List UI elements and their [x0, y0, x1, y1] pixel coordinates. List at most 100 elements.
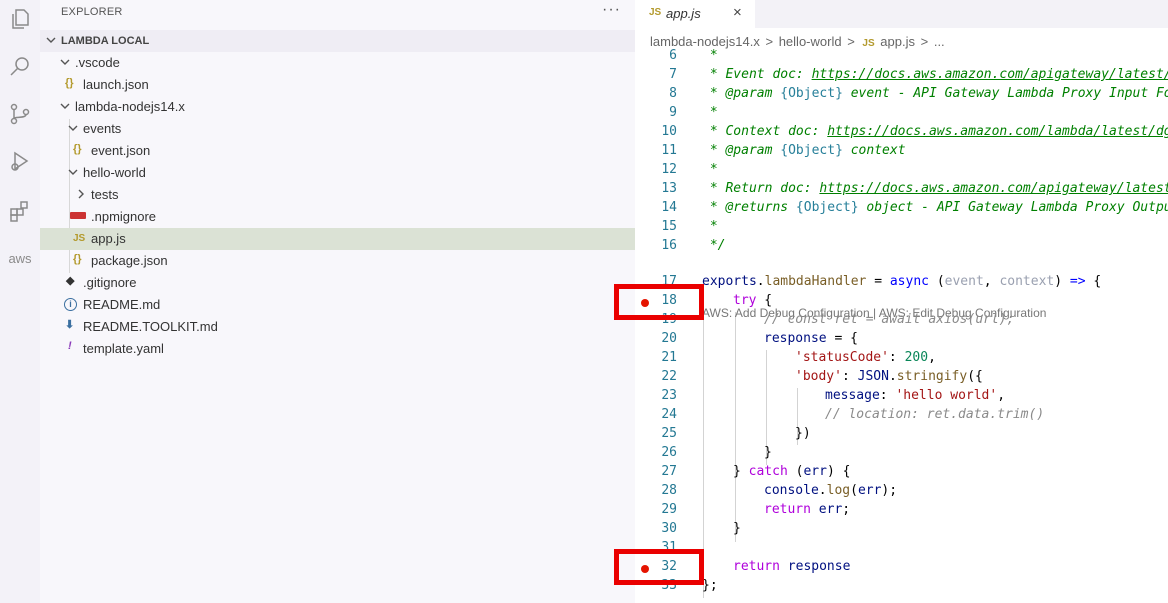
- extensions-icon[interactable]: [5, 196, 35, 226]
- explorer-sidebar: EXPLORER ··· LAMBDA LOCAL .vscode {} lau…: [40, 0, 635, 603]
- code-text: *: [702, 48, 718, 63]
- tree-item-label: .npmignore: [91, 209, 157, 224]
- close-icon[interactable]: ×: [733, 4, 742, 21]
- code-line: 33 };: [635, 578, 1168, 597]
- code-line: 8 * @param {Object} event - API Gateway …: [635, 86, 1168, 105]
- tree-item-readme-toolkit[interactable]: ⬇ README.TOOLKIT.md: [40, 316, 635, 338]
- code-text: .: [888, 369, 897, 384]
- code-text: 200: [904, 350, 929, 365]
- line-number: 27: [661, 464, 677, 479]
- breakpoint-highlight-box: [614, 549, 704, 585]
- tree-item-label: event.json: [91, 143, 151, 158]
- tab-label: app.js: [666, 6, 701, 21]
- js-file-icon: JS: [649, 7, 662, 18]
- tree-item-hello-world[interactable]: hello-world: [40, 162, 635, 184]
- code-text: object - API Gateway Lambda Proxy Output…: [866, 200, 1168, 215]
- workspace-section-header[interactable]: LAMBDA LOCAL: [40, 30, 635, 52]
- chevron-right-icon: >: [765, 34, 774, 49]
- tree-item-npmignore[interactable]: .npmignore: [40, 206, 635, 228]
- code-line: 30 }: [635, 521, 1168, 540]
- code-text: (: [850, 483, 858, 498]
- code-line: 16 */: [635, 238, 1168, 257]
- tree-item-label: README.TOOLKIT.md: [83, 319, 218, 334]
- code-text: 'statusCode': [795, 350, 889, 365]
- tree-item-label: tests: [91, 187, 119, 202]
- tree-item-template-yaml[interactable]: ! template.yaml: [40, 338, 635, 360]
- code-line: 29 return err;: [635, 502, 1168, 521]
- code-text: ,: [997, 388, 1006, 403]
- tab-bar: JS app.js ×: [635, 0, 1168, 28]
- line-number: 29: [661, 502, 677, 517]
- source-control-icon[interactable]: [5, 99, 35, 129]
- code-text: ): [1054, 274, 1070, 289]
- breadcrumb-item[interactable]: app.js: [880, 34, 915, 49]
- code-text: lambdaHandler: [764, 274, 867, 289]
- code-text: =>: [1069, 274, 1086, 289]
- yaml-file-icon: !: [68, 340, 72, 352]
- code-text: * Context doc:: [702, 124, 828, 139]
- code-line: 12 *: [635, 162, 1168, 181]
- code-text: (: [787, 464, 804, 479]
- line-number: 30: [661, 521, 677, 536]
- tree-item-readme[interactable]: i README.md: [40, 294, 635, 316]
- tab-app-js[interactable]: JS app.js ×: [635, 0, 755, 28]
- more-actions-icon[interactable]: ···: [602, 1, 621, 19]
- line-number: 8: [669, 86, 677, 101]
- code-line: 7 * Event doc: https://docs.aws.amazon.c…: [635, 67, 1168, 86]
- tree-item-gitignore[interactable]: ◆ .gitignore: [40, 272, 635, 294]
- tree-item-launch-json[interactable]: {} launch.json: [40, 74, 635, 96]
- code-text: */: [702, 238, 726, 253]
- aws-icon[interactable]: aws: [5, 243, 35, 273]
- line-number: 23: [661, 388, 677, 403]
- tree-item-tests[interactable]: tests: [40, 184, 635, 206]
- code-line: 17 exports.lambdaHandler = async (event,…: [635, 274, 1168, 293]
- breadcrumb-item[interactable]: ...: [934, 34, 945, 49]
- files-icon[interactable]: [5, 4, 35, 34]
- run-debug-icon[interactable]: [5, 146, 35, 176]
- code-line: 10 * Context doc: https://docs.aws.amazo…: [635, 124, 1168, 143]
- chevron-down-icon: [68, 125, 78, 131]
- code-area[interactable]: 6 * 7 * Event doc: https://docs.aws.amaz…: [635, 48, 1168, 603]
- code-text: (: [929, 274, 945, 289]
- tree-item-event-json[interactable]: {} event.json: [40, 140, 635, 162]
- chevron-right-icon: >: [847, 34, 855, 49]
- tree-item-package-json[interactable]: {} package.json: [40, 250, 635, 272]
- code-text: response: [764, 331, 827, 346]
- tree-item-vscode[interactable]: .vscode: [40, 52, 635, 74]
- line-number: 10: [661, 124, 677, 139]
- breadcrumb-item[interactable]: hello-world: [779, 34, 842, 49]
- code-line: 27 } catch (err) {: [635, 464, 1168, 483]
- doc-link[interactable]: https://docs.aws.amazon.com/lambda/lates…: [827, 124, 1168, 139]
- code-text: ) {: [826, 464, 851, 479]
- workspace-name: LAMBDA LOCAL: [61, 35, 150, 47]
- code-text: log: [826, 483, 851, 498]
- breakpoint-highlight-box: [614, 284, 704, 320]
- code-text: // location: ret.data.trim(): [825, 407, 1045, 422]
- code-text: .: [756, 274, 765, 289]
- activity-bar: aws: [0, 0, 40, 603]
- code-text: }: [733, 464, 749, 479]
- tree-item-events[interactable]: events: [40, 118, 635, 140]
- tree-item-lambda-nodejs[interactable]: lambda-nodejs14.x: [40, 96, 635, 118]
- code-line: 32 return response: [635, 559, 1168, 578]
- code-text: *: [702, 162, 718, 177]
- code-text: }: [733, 521, 741, 536]
- tree-item-app-js[interactable]: JS app.js: [40, 228, 635, 250]
- doc-link[interactable]: https://docs.aws.amazon.com/apigateway/l…: [812, 67, 1168, 82]
- code-text: {Object}: [795, 200, 859, 215]
- breadcrumb-item[interactable]: lambda-nodejs14.x: [650, 34, 760, 49]
- line-number: 14: [661, 200, 677, 215]
- code-text: 'hello world': [895, 388, 998, 403]
- doc-link[interactable]: https://docs.aws.amazon.com/apigateway/l…: [819, 181, 1168, 196]
- download-icon: ⬇: [65, 319, 75, 331]
- line-number: 25: [661, 426, 677, 441]
- code-text: {Object}: [780, 143, 843, 158]
- code-text: async: [889, 274, 929, 289]
- code-text: * Event doc:: [702, 67, 812, 82]
- tree-item-label: launch.json: [83, 77, 149, 92]
- line-number: 16: [661, 238, 677, 253]
- search-icon[interactable]: [5, 52, 35, 82]
- code-text: catch: [748, 464, 788, 479]
- code-line: 11 * @param {Object} context: [635, 143, 1168, 162]
- code-line: 22 'body': JSON.stringify({: [635, 369, 1168, 388]
